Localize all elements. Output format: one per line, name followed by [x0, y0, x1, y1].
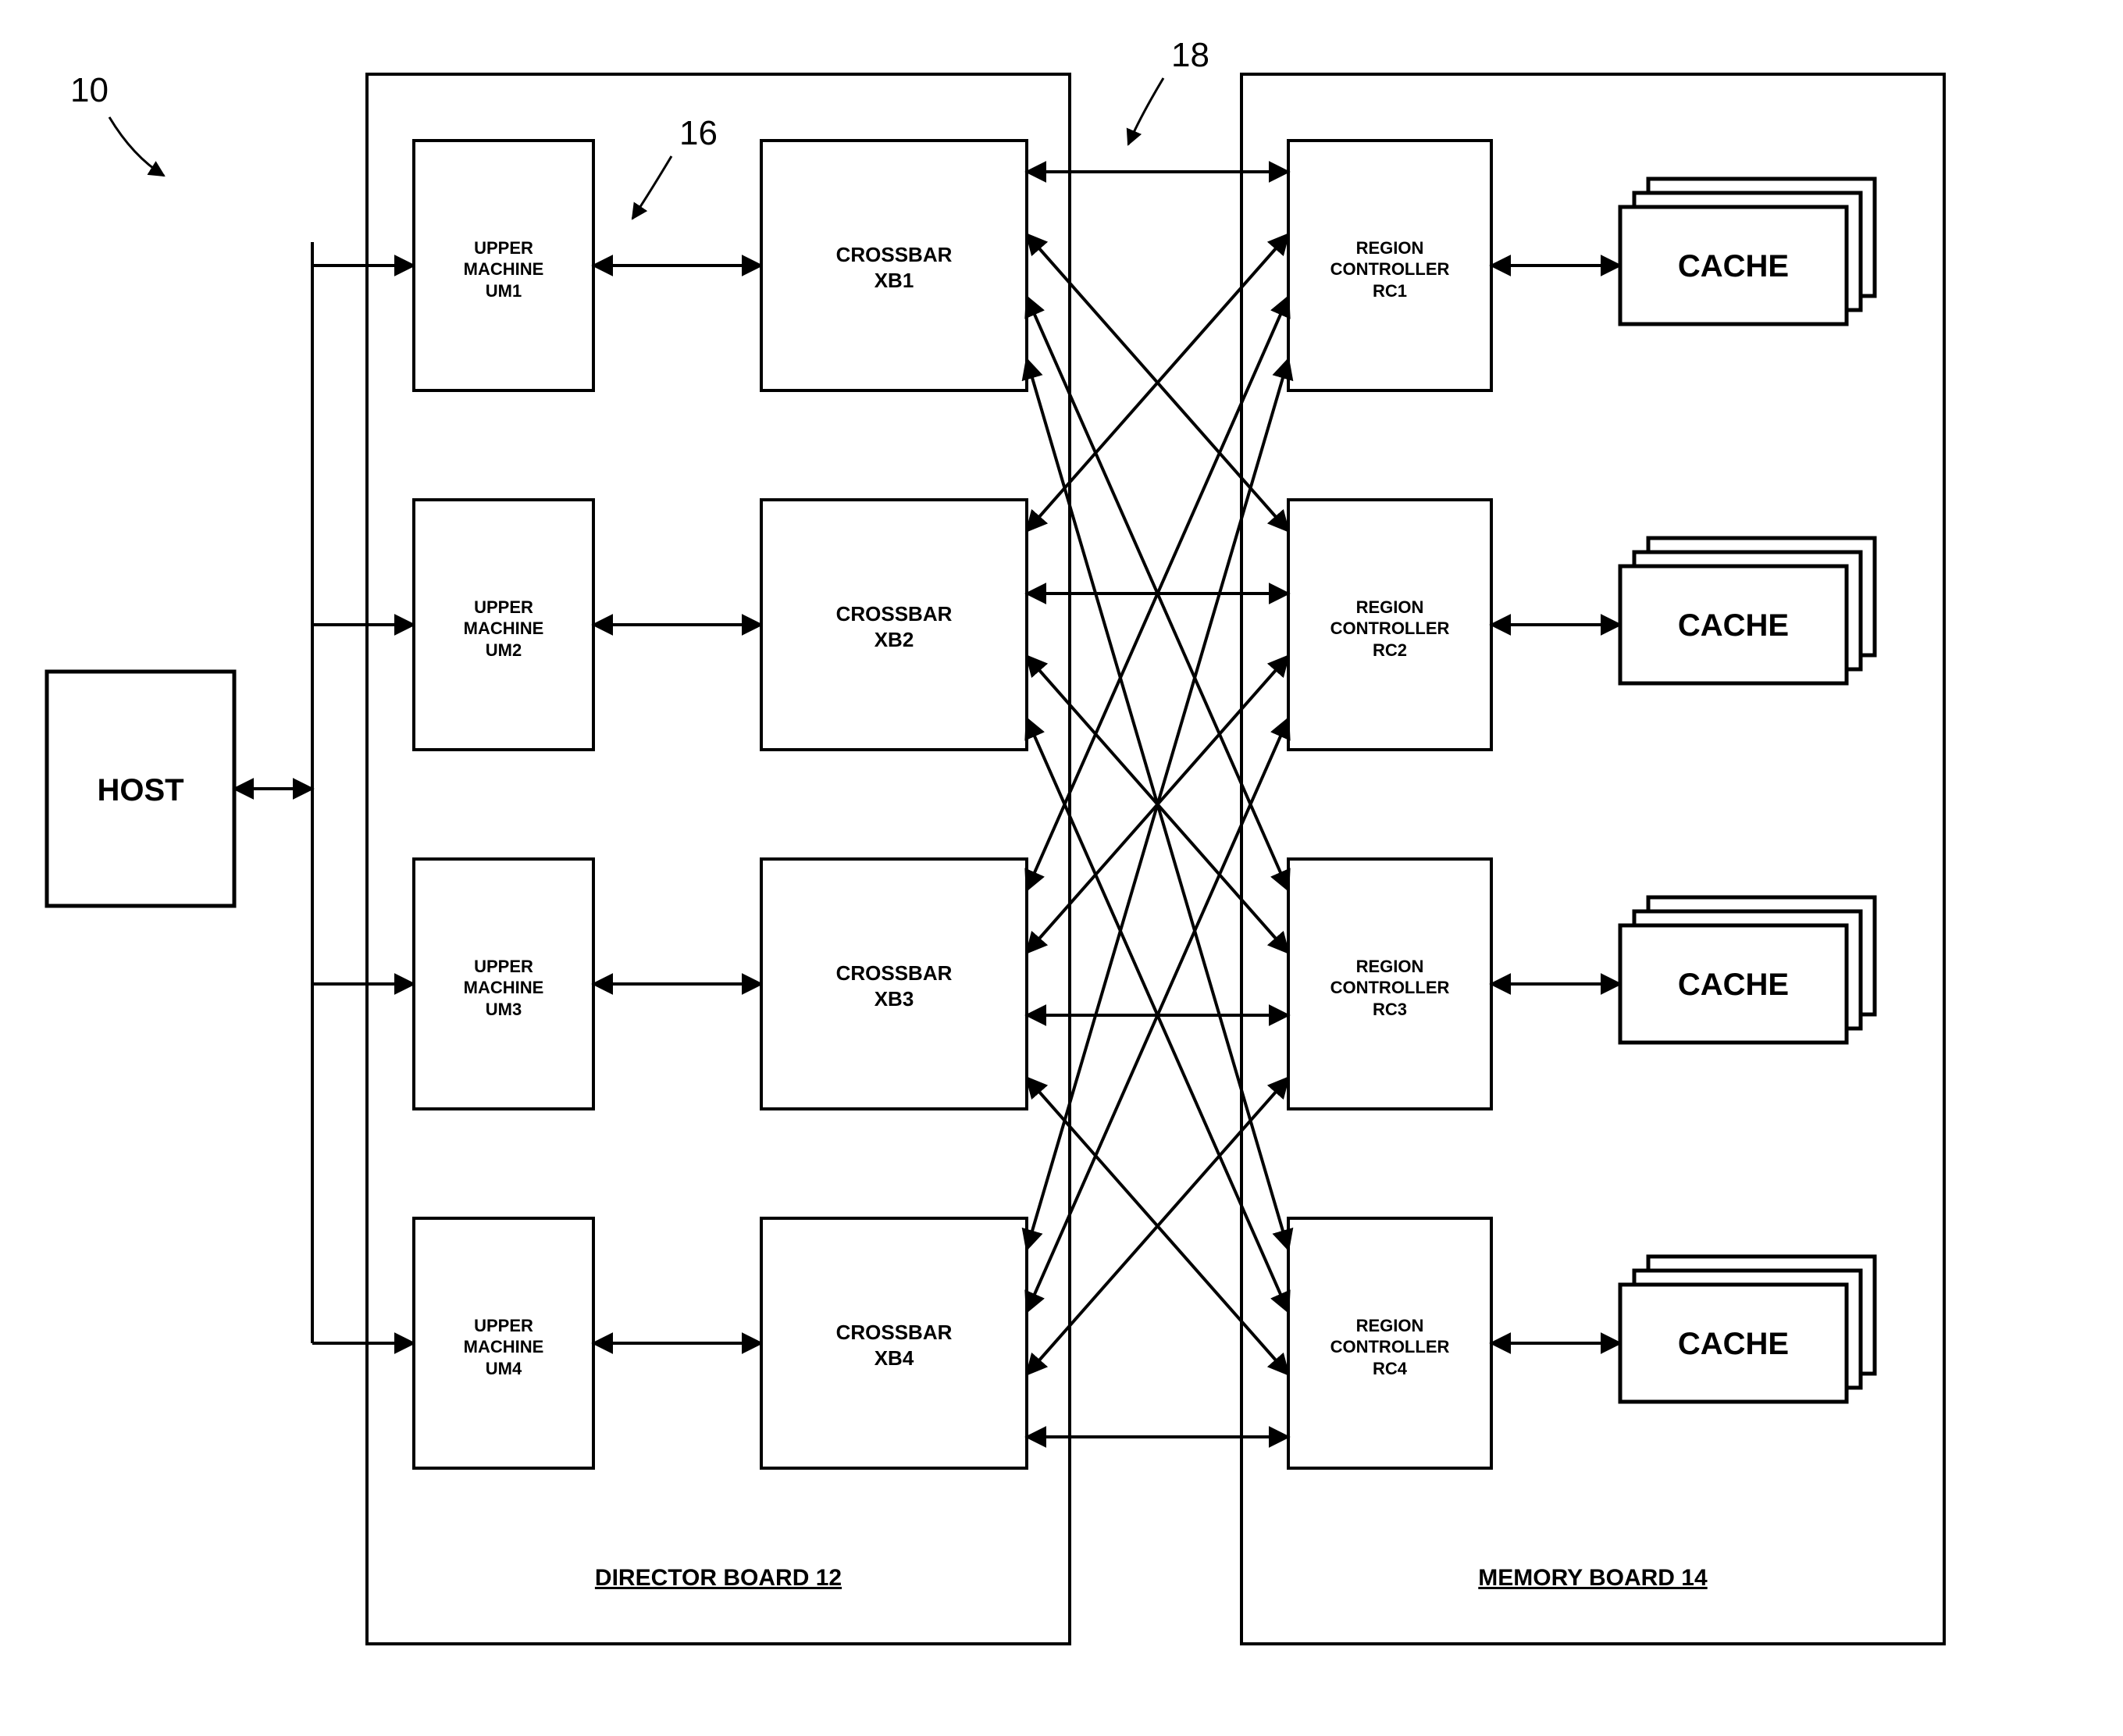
um-label-1-l2: MACHINE	[464, 259, 544, 279]
um-label-1-l3: UM1	[486, 281, 522, 301]
rc-label-4-l1: REGION	[1356, 1316, 1424, 1335]
host-label: HOST	[97, 773, 183, 807]
system-diagram: 10 HOST DIRECTOR BOARD 12 MEMORY BOARD 1…	[0, 0, 2123, 1736]
um-label-2-l3: UM2	[486, 640, 522, 660]
rc-label-1-l3: RC1	[1373, 281, 1407, 301]
um-label-3-l1: UPPER	[474, 957, 533, 976]
memory-board-title: MEMORY BOARD 14	[1478, 1565, 1708, 1591]
xb-label-1-l1: CROSSBAR	[836, 243, 953, 266]
director-board-title: DIRECTOR BOARD 12	[595, 1565, 842, 1591]
um-label-4-l1: UPPER	[474, 1316, 533, 1335]
rc-label-2-l3: RC2	[1373, 640, 1407, 660]
rc-label-4-l2: CONTROLLER	[1330, 1337, 1450, 1356]
um-label-3-l2: MACHINE	[464, 978, 544, 997]
rc-label-1-l1: REGION	[1356, 238, 1424, 258]
xb-label-1-l2: XB1	[874, 269, 914, 292]
rc-label-3-l1: REGION	[1356, 957, 1424, 976]
rc-label-2-l2: CONTROLLER	[1330, 618, 1450, 638]
um-label-1-l1: UPPER	[474, 238, 533, 258]
rc-label-1-l2: CONTROLLER	[1330, 259, 1450, 279]
xb-label-4-l2: XB4	[874, 1346, 914, 1370]
ref-10: 10	[70, 71, 109, 109]
rc-label-4-l3: RC4	[1373, 1359, 1408, 1378]
ref-16: 16	[679, 114, 718, 152]
cache-label-2: CACHE	[1678, 608, 1789, 643]
um-label-2-l2: MACHINE	[464, 618, 544, 638]
um-label-4-l3: UM4	[486, 1359, 522, 1378]
ref-10-arrow	[109, 117, 164, 176]
um-label-4-l2: MACHINE	[464, 1337, 544, 1356]
cache-label-3: CACHE	[1678, 968, 1789, 1002]
um-label-2-l1: UPPER	[474, 597, 533, 617]
xb-label-2-l2: XB2	[874, 628, 914, 651]
xb-label-3-l1: CROSSBAR	[836, 961, 953, 985]
xb-label-3-l2: XB3	[874, 987, 914, 1011]
xb-label-2-l1: CROSSBAR	[836, 602, 953, 626]
rc-label-2-l1: REGION	[1356, 597, 1424, 617]
cache-label-1: CACHE	[1678, 249, 1789, 283]
ref-18: 18	[1171, 36, 1209, 74]
rc-label-3-l3: RC3	[1373, 1000, 1407, 1019]
rc-label-3-l2: CONTROLLER	[1330, 978, 1450, 997]
um-label-3-l3: UM3	[486, 1000, 522, 1019]
cache-label-4: CACHE	[1678, 1327, 1789, 1361]
xb-label-4-l1: CROSSBAR	[836, 1321, 953, 1344]
ref-18-arrow	[1128, 78, 1163, 144]
